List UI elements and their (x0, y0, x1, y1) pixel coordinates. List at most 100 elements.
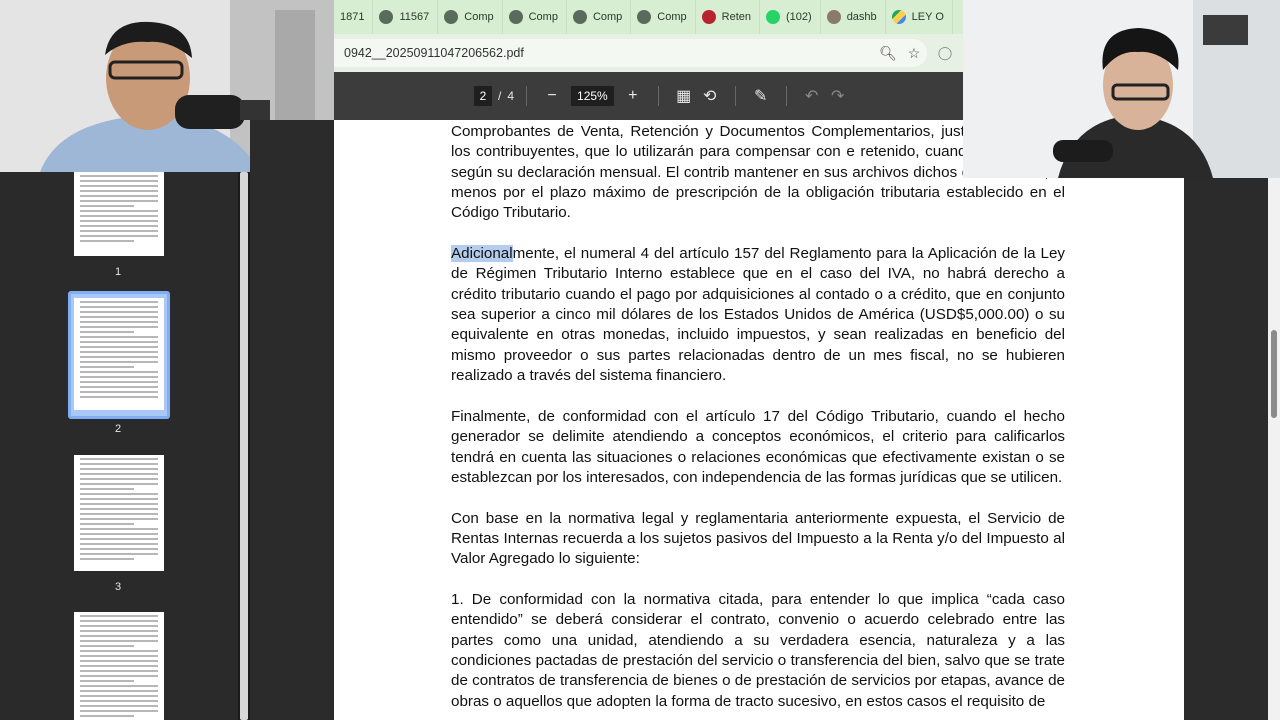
thumbnail-text-line (80, 553, 158, 555)
toolbar-divider (657, 86, 659, 106)
thumbnail-text-line (80, 645, 134, 647)
thumbnail-text-line (80, 660, 158, 662)
thumbnail-text-line (80, 675, 158, 677)
thumbnail-text-line (80, 361, 158, 363)
zoom-in-button[interactable]: + (620, 87, 646, 105)
browser-tab-label: Comp (464, 11, 494, 23)
thumbnail-text-line (80, 508, 158, 510)
thumbnail-text-line (80, 326, 158, 328)
thumbnail-text-line (80, 548, 158, 550)
browser-tab-label: LEY O (911, 11, 944, 23)
page-text: Comprobantes de Venta, Retención y Docum… (451, 122, 1065, 720)
browser-tab[interactable]: (102) (760, 0, 821, 34)
page-separator: / (498, 89, 502, 103)
thumbnail-text-line (80, 498, 158, 500)
thumbnail-text-line (80, 630, 158, 632)
thumbnail-text-line (80, 180, 158, 182)
browser-tab[interactable]: dashb (821, 0, 886, 34)
page-thumbnail[interactable] (74, 298, 164, 410)
browser-tab-label: (102) (786, 11, 812, 23)
zoom-icon[interactable]: 🔍︎ (875, 45, 901, 62)
thumbnail-text-line (80, 205, 134, 207)
thumbnail-text-line (80, 503, 158, 505)
url-field[interactable]: 0942__20250911047206562.pdf 🔍︎ ☆ (334, 39, 927, 67)
thumbnail-text-line (80, 620, 158, 622)
rotate-icon[interactable]: ⟲ (697, 86, 723, 106)
thumbnail-text-line (80, 376, 158, 378)
thumbnail-text-line (80, 220, 158, 222)
paragraph: 1. De conformidad con la normativa citad… (451, 590, 1065, 710)
cloud-favicon-icon (826, 10, 841, 24)
browser-tab-strip: 1871 11567 Comp Comp Comp Comp Reten (102) dashb… (334, 0, 963, 34)
browser-tab[interactable]: Comp (438, 0, 503, 34)
page-scrollbar-thumb[interactable] (1271, 330, 1277, 418)
thumbnail-text-line (80, 331, 134, 333)
page-thumbnail[interactable] (74, 612, 164, 720)
browser-tab[interactable]: Reten (696, 0, 760, 34)
thumbnail-text-line (80, 391, 158, 393)
thumbnail-text-line (80, 483, 158, 485)
thumbnail-text-line (80, 625, 158, 627)
fit-page-icon[interactable]: ▦ (671, 86, 697, 106)
thumbnail-text-line (80, 200, 158, 202)
thumbnail-text-line (80, 665, 158, 667)
thumbnail-text-line (80, 396, 158, 398)
address-bar: 0942__20250911047206562.pdf 🔍︎ ☆ ◯ (334, 34, 963, 72)
url-text: 0942__20250911047206562.pdf (344, 46, 524, 60)
thumbnail-text-line (80, 301, 158, 303)
thumbnail-text-line (80, 235, 158, 237)
zoom-out-button[interactable]: − (539, 87, 565, 105)
annotate-pen-icon[interactable]: ✎ (748, 86, 774, 106)
browser-tab[interactable]: Comp (503, 0, 567, 34)
browser-tab-label: Reten (721, 11, 751, 23)
drive-favicon-icon (891, 10, 906, 24)
thumbnail-text-line (80, 190, 158, 192)
thumbnail-text-line (80, 346, 158, 348)
sidebar-scrollbar[interactable] (238, 172, 250, 720)
thumbnail-text-line (80, 381, 158, 383)
page-scrollbar[interactable] (1268, 120, 1280, 720)
thumbnail-text-line (80, 523, 134, 525)
browser-tab[interactable]: Comp (567, 0, 632, 34)
thumbnail-text-line (80, 311, 158, 313)
browser-tab[interactable]: Comp (631, 0, 696, 34)
thumbnail-text-line (80, 690, 158, 692)
thumbnail-text-line (80, 321, 158, 323)
thumbnail-text-line (80, 493, 158, 495)
browser-tab-label: dashb (846, 11, 877, 23)
thumbnail-text-line (80, 635, 158, 637)
thumbnail-text-line (80, 175, 158, 177)
zoom-level-input[interactable]: 125% (571, 86, 614, 106)
browser-tab-label: 1871 (340, 11, 365, 23)
browser-tab[interactable]: LEY O (886, 0, 953, 34)
globe-favicon-icon (572, 10, 587, 24)
thumbnail-text-line (80, 371, 158, 373)
extension-icon[interactable]: ◯ (927, 45, 963, 61)
thumbnail-text-line (80, 386, 158, 388)
sidebar-scrollbar-thumb[interactable] (240, 172, 248, 720)
thumbnail-text-line (80, 680, 134, 682)
thumbnail-text-line (80, 473, 158, 475)
globe-favicon-icon (508, 10, 523, 24)
page-thumbnail[interactable] (74, 172, 164, 256)
webcam-right (963, 0, 1280, 178)
redo-icon[interactable]: ↷ (825, 86, 851, 106)
thumbnail-text-line (80, 478, 158, 480)
page-number-input[interactable]: 2 (474, 86, 492, 106)
bookmark-star-icon[interactable]: ☆ (901, 45, 927, 62)
thumbnail-text-line (80, 695, 158, 697)
page-thumbnail[interactable] (74, 455, 164, 571)
browser-tab[interactable]: 1871 (334, 0, 374, 34)
thumbnail-page-number: 3 (114, 581, 122, 593)
thumbnail-text-line (80, 351, 158, 353)
thumbnail-text-line (80, 341, 158, 343)
thumbnail-text-line (80, 230, 158, 232)
paragraph: Finalmente, de conformidad con el artícu… (451, 407, 1065, 486)
thumbnail-text-line (80, 463, 158, 465)
browser-tab[interactable]: 11567 (373, 0, 439, 34)
highlighted-text: Adicional (451, 245, 513, 263)
browser-tab-label: 11567 (399, 11, 430, 23)
presenter-video-right (963, 0, 1280, 178)
undo-icon[interactable]: ↶ (799, 86, 825, 106)
thumbnail-text-line (80, 210, 158, 212)
